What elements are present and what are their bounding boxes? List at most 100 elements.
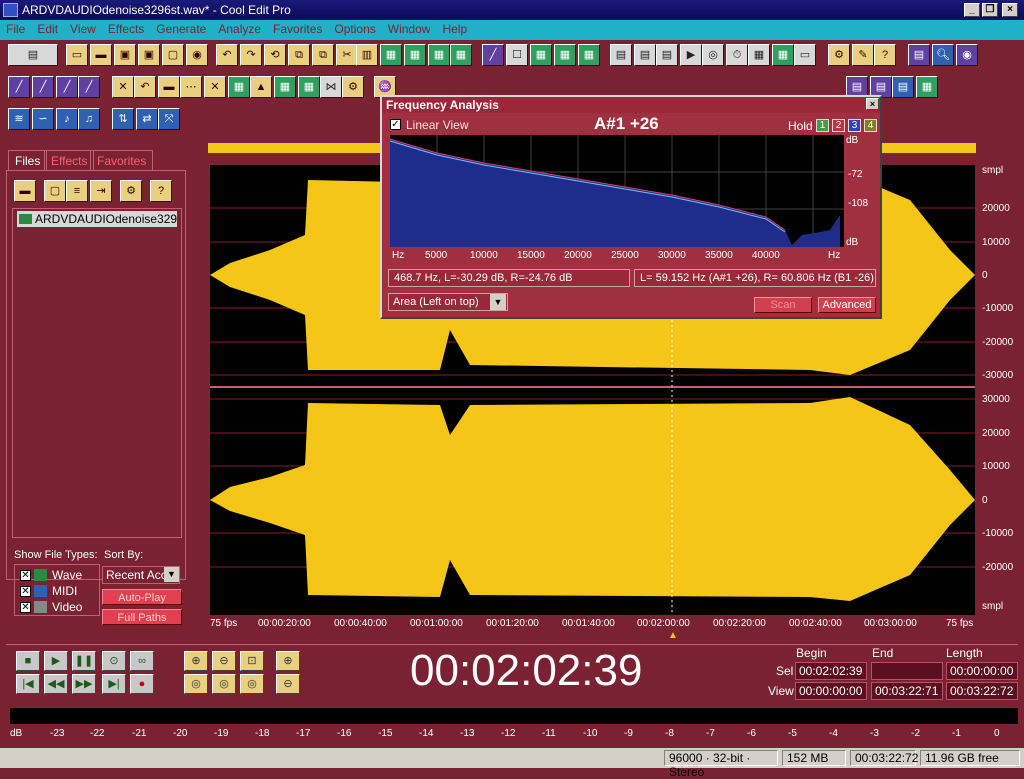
zoom-left-icon[interactable]: ◎ [184, 674, 208, 694]
draw-tool-icon-1[interactable]: ╱ [8, 76, 30, 98]
view-begin-field[interactable]: 00:00:00:00 [795, 682, 867, 700]
transform-icon-2[interactable]: ⇄ [136, 108, 158, 130]
draw-icon[interactable]: ╱ [482, 44, 504, 66]
loop-icon[interactable]: ∽ [32, 108, 54, 130]
play-to-end-icon[interactable]: ⊙ [102, 651, 126, 671]
settings-icon[interactable]: ⚙ [828, 44, 850, 66]
menu-analyze[interactable]: Analyze [212, 20, 267, 38]
sel-length-field[interactable]: 00:00:00:00 [946, 662, 1018, 680]
options-icon[interactable]: ⚙ [120, 180, 142, 202]
menu-view[interactable]: View [64, 20, 102, 38]
menu-options[interactable]: Options [328, 20, 381, 38]
restore-button[interactable]: ❐ [982, 3, 998, 17]
hold-button-3[interactable]: 3 [848, 119, 861, 132]
reverse-icon[interactable]: ↶ [134, 76, 156, 98]
app-logo-icon[interactable] [3, 3, 18, 17]
advanced-button[interactable]: Advanced [818, 297, 876, 313]
play-window-icon[interactable]: ▶ [680, 44, 702, 66]
normalize-icon[interactable]: ▦ [274, 76, 296, 98]
new-file-icon[interactable]: ▭ [66, 44, 88, 66]
edit-file-icon[interactable]: ≡ [66, 180, 88, 202]
area-chevron-down-icon[interactable]: ▼ [490, 294, 506, 310]
auto-play-button[interactable]: Auto-Play [102, 589, 182, 605]
panel-icon-1[interactable]: ▦ [772, 44, 794, 66]
delete-silence-icon[interactable]: ▦ [450, 44, 472, 66]
search-icon[interactable]: 🔍︎ [932, 44, 954, 66]
window-icon-3[interactable]: ▤ [656, 44, 678, 66]
close-file-icon[interactable]: ▢ [162, 44, 184, 66]
envelope-icon[interactable]: ✕ [204, 76, 226, 98]
panel-icon-3[interactable]: ▤ [908, 44, 930, 66]
chevron-down-icon[interactable]: ▼ [164, 567, 179, 582]
help-list-icon[interactable]: ? [150, 180, 172, 202]
loop-play-icon[interactable]: ∞ [130, 651, 154, 671]
zoom-in-icon[interactable]: ⊕ [184, 651, 208, 671]
save-icon[interactable]: ▣ [114, 44, 136, 66]
open-file-icon[interactable]: ▬ [90, 44, 112, 66]
repeat-icon[interactable]: ⟲ [264, 44, 286, 66]
video-checkbox[interactable]: ✕ [20, 602, 31, 613]
panel-icon-2[interactable]: ▭ [794, 44, 816, 66]
go-to-start-icon[interactable]: |◀ [16, 674, 40, 694]
crossfade-icon[interactable]: ✕ [112, 76, 134, 98]
insert-file-icon[interactable]: ⇥ [90, 180, 112, 202]
copy-new-icon[interactable]: ⧉ [312, 44, 334, 66]
cursor-marker-icon[interactable]: ▲ [668, 630, 678, 641]
close-file-list-icon[interactable]: ▢ [44, 180, 66, 202]
zoom-full-icon[interactable]: ⊡ [240, 651, 264, 671]
record-icon[interactable]: ● [130, 674, 154, 694]
music-icon[interactable]: ♪ [56, 108, 78, 130]
tab-effects[interactable]: Effects [44, 150, 95, 170]
menu-window[interactable]: Window [382, 20, 437, 38]
effect-icon-4[interactable]: ▤ [892, 76, 914, 98]
cut-icon[interactable]: ✂ [336, 44, 358, 66]
midi-checkbox[interactable]: ✕ [20, 586, 31, 597]
dialog-close-icon[interactable]: × [866, 98, 879, 110]
minimize-button[interactable]: _ [964, 3, 980, 17]
zoom-in-vertical-icon[interactable]: ⊕ [276, 651, 300, 671]
time-window-icon[interactable]: ⏱ [726, 44, 748, 66]
meter-window-icon[interactable]: ▦ [748, 44, 770, 66]
stop-icon[interactable]: ■ [16, 651, 40, 671]
note-icon[interactable]: ♫ [78, 108, 100, 130]
edit-icon[interactable]: ✎ [852, 44, 874, 66]
view-length-field[interactable]: 00:03:22:72 [946, 682, 1018, 700]
transform-icon-1[interactable]: ⇅ [112, 108, 134, 130]
menu-file[interactable]: File [0, 20, 31, 38]
multitrack-toggle-icon[interactable]: ▤ [8, 44, 58, 66]
zoom-out-vertical-icon[interactable]: ⊖ [276, 674, 300, 694]
pan-icon[interactable]: ⋈ [320, 76, 342, 98]
zoom-right-icon[interactable]: ◎ [212, 674, 236, 694]
open-folder-icon[interactable]: ▬ [14, 180, 36, 202]
grid-icon-3[interactable]: ▦ [578, 44, 600, 66]
undo-icon[interactable]: ↶ [216, 44, 238, 66]
file-item[interactable]: ARDVDAUDIOdenoise329... [17, 211, 177, 227]
gear-icon[interactable]: ⚙ [342, 76, 364, 98]
effect-icon-5[interactable]: ▦ [916, 76, 938, 98]
redo-icon[interactable]: ↷ [240, 44, 262, 66]
full-paths-button[interactable]: Full Paths [102, 609, 182, 625]
draw-tool-icon-3[interactable]: ╱ [56, 76, 78, 98]
help-icon[interactable]: ? [874, 44, 896, 66]
grid-icon-2[interactable]: ▦ [554, 44, 576, 66]
zoom-out-icon[interactable]: ⊖ [212, 651, 236, 671]
level-meter[interactable] [10, 708, 1018, 724]
draw-tool-icon-2[interactable]: ╱ [32, 76, 54, 98]
menu-generate[interactable]: Generate [150, 20, 212, 38]
silence-icon[interactable]: ▬ [158, 76, 180, 98]
tab-files[interactable]: Files [8, 150, 48, 170]
paste-icon[interactable]: ▥ [356, 44, 378, 66]
sel-end-field[interactable] [871, 662, 943, 680]
menu-favorites[interactable]: Favorites [267, 20, 328, 38]
linear-view-checkbox[interactable]: ✓ [390, 119, 401, 130]
hold-button-2[interactable]: 2 [832, 119, 845, 132]
mix-paste-icon[interactable]: ▦ [404, 44, 426, 66]
menu-help[interactable]: Help [436, 20, 473, 38]
menu-effects[interactable]: Effects [102, 20, 150, 38]
dots-icon[interactable]: ⋯ [180, 76, 202, 98]
waveform-icon[interactable]: ≋ [8, 108, 30, 130]
hold-button-4[interactable]: 4 [864, 119, 877, 132]
copy-icon[interactable]: ⧉ [288, 44, 310, 66]
window-icon-2[interactable]: ▤ [634, 44, 656, 66]
draw-tool-icon-4[interactable]: ╱ [78, 76, 100, 98]
